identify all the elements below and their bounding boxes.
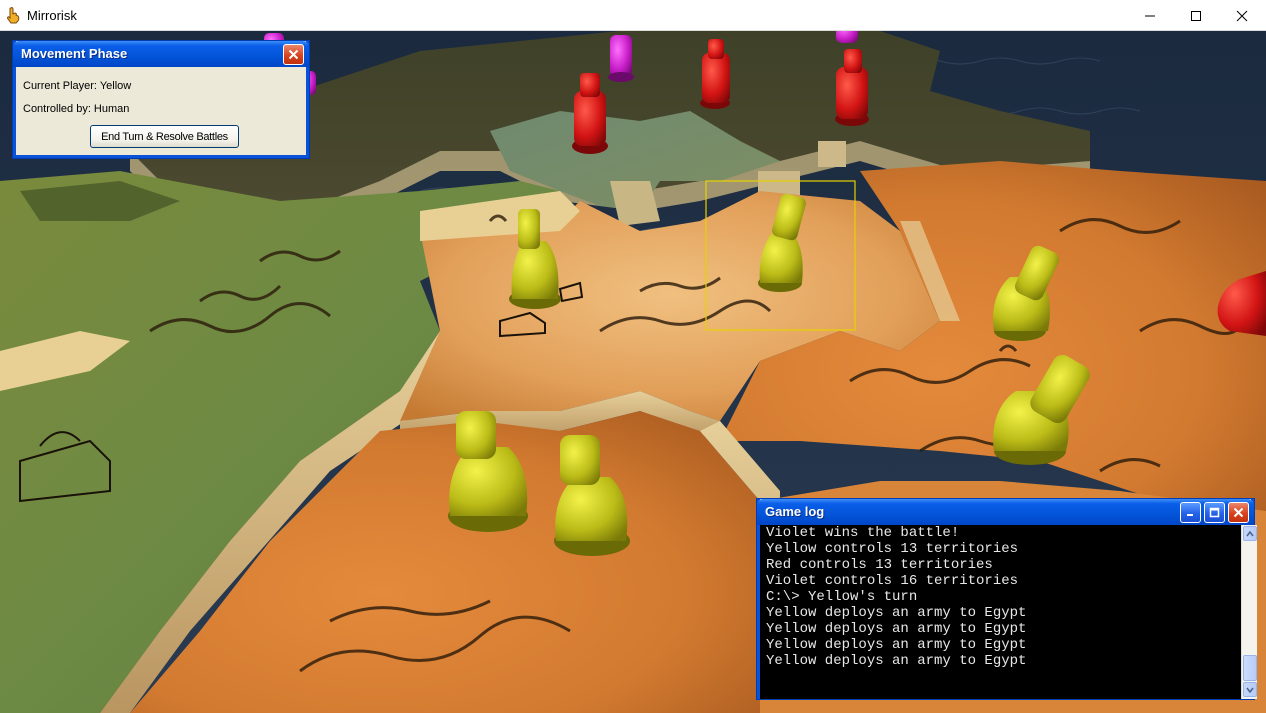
log-line: C:\> Yellow's turn [766, 589, 918, 605]
scroll-thumb[interactable] [1243, 655, 1257, 681]
log-line: Violet wins the battle! [766, 525, 960, 541]
log-line: Yellow deploys an army to Egypt [766, 605, 1027, 621]
scroll-up-button[interactable] [1243, 526, 1257, 541]
log-line: Violet controls 16 territories [766, 573, 1019, 589]
hand-pointer-icon [6, 7, 20, 24]
log-line: Yellow controls 13 territories [766, 541, 1019, 557]
current-player-label: Current Player: Yellow [23, 80, 132, 92]
maximize-icon [1209, 507, 1220, 518]
game-log-minimize-button[interactable] [1180, 502, 1201, 523]
log-line: Yellow deploys an army to Egypt [766, 637, 1027, 653]
game-log-caption: Game log [757, 499, 1254, 525]
log-line: Red controls 13 territories [766, 557, 993, 573]
violet-army-piece [608, 35, 634, 82]
movement-phase-caption: Movement Phase [13, 41, 309, 67]
game-log-title: Game log [765, 504, 825, 519]
panel-close-button[interactable] [283, 44, 304, 65]
island [818, 141, 846, 167]
game-log-panel: Game log Violet wins the battle! Yellow … [757, 499, 1257, 699]
movement-phase-panel: Movement Phase Current Player: Yellow Co… [13, 41, 309, 158]
minimize-button[interactable] [1127, 0, 1173, 31]
game-log-close-button[interactable] [1228, 502, 1249, 523]
chevron-up-icon [1246, 530, 1254, 536]
game-log-maximize-button[interactable] [1204, 502, 1225, 523]
close-icon [1236, 10, 1248, 21]
controlled-by-label: Controlled by: Human [23, 103, 130, 115]
game-log-scrollbar[interactable] [1241, 525, 1257, 699]
log-line: Yellow deploys an army to Egypt [766, 621, 1027, 637]
chevron-down-icon [1246, 687, 1254, 693]
game-log-console[interactable]: Violet wins the battle! Yellow controls … [760, 525, 1241, 699]
window-titlebar: Mirrorisk [0, 0, 1266, 31]
maximize-icon [1191, 10, 1201, 21]
log-line: Yellow deploys an army to Egypt [766, 653, 1027, 669]
close-icon [288, 49, 299, 60]
scroll-down-button[interactable] [1243, 682, 1257, 697]
minimize-icon [1187, 514, 1193, 516]
close-button[interactable] [1219, 0, 1265, 31]
maximize-button[interactable] [1173, 0, 1219, 31]
panel-title: Movement Phase [21, 46, 128, 61]
end-turn-button[interactable]: End Turn & Resolve Battles [90, 125, 239, 148]
window-title: Mirrorisk [27, 8, 77, 23]
minimize-icon [1145, 15, 1155, 16]
violet-army-piece [836, 31, 858, 43]
close-icon [1233, 507, 1244, 518]
